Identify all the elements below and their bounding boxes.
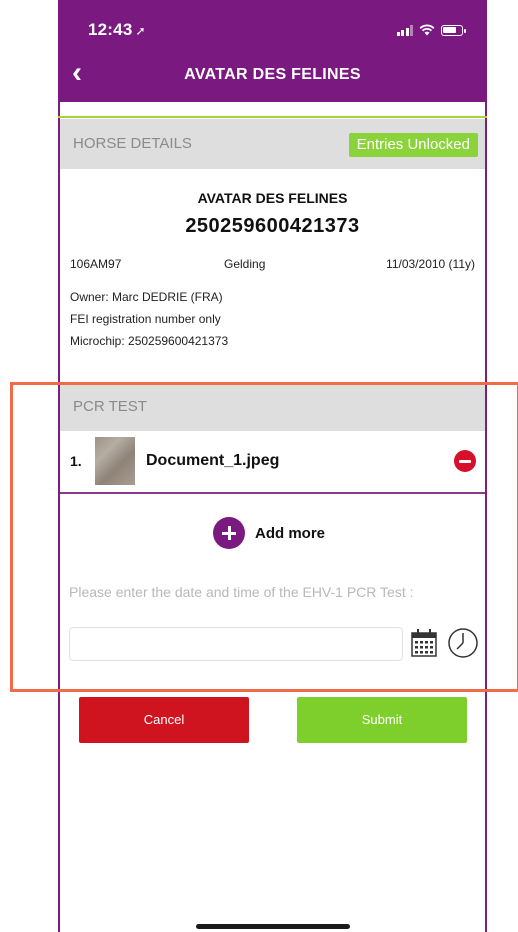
horse-details-header: HORSE DETAILS Entries Unlocked <box>60 119 485 169</box>
horse-birth-date: 11/03/2010 (11y) <box>386 257 475 271</box>
pcr-test-title: PCR TEST <box>73 398 147 415</box>
document-thumbnail[interactable] <box>95 437 135 485</box>
frame-right-border <box>485 0 487 932</box>
horse-sex: Gelding <box>224 257 266 271</box>
cancel-button[interactable]: Cancel <box>79 697 249 743</box>
home-indicator <box>196 924 350 929</box>
calendar-icon[interactable] <box>410 627 438 659</box>
add-more-label: Add more <box>255 524 326 542</box>
pcr-test-header: PCR TEST <box>60 383 485 431</box>
horse-code: 106AM97 <box>70 257 122 271</box>
submit-button[interactable]: Submit <box>297 697 467 743</box>
app-header: 12:43 ➚ ‹ AVATAR DES FELINES <box>58 0 487 102</box>
clock-icon[interactable] <box>447 627 479 659</box>
fei-registration-note: FEI registration number only <box>70 312 221 326</box>
phone-screen: 12:43 ➚ ‹ AVATAR DES FELINES HORSE DETAIL… <box>58 0 487 932</box>
status-time-text: 12:43 <box>88 20 133 39</box>
horse-info-row: 106AM97 Gelding 11/03/2010 (11y) <box>70 257 475 275</box>
pcr-date-input[interactable] <box>69 627 403 661</box>
accent-divider <box>58 116 487 118</box>
document-filename: Document_1.jpeg <box>146 452 280 469</box>
wifi-icon <box>419 24 435 36</box>
document-list-item[interactable]: 1. Document_1.jpeg <box>60 431 485 494</box>
horse-name: AVATAR DES FELINES <box>197 190 348 206</box>
plus-circle-icon <box>213 517 245 549</box>
remove-document-icon[interactable] <box>454 450 476 472</box>
horse-owner: Owner: Marc DEDRIE (FRA) <box>70 290 223 304</box>
status-bar-time: 12:43 ➚ <box>88 20 146 40</box>
location-icon: ➚ <box>135 24 146 38</box>
page-title: AVATAR DES FELINES <box>184 66 361 83</box>
horse-id: 250259600421373 <box>185 215 360 237</box>
status-bar-icons <box>396 24 466 36</box>
horse-microchip: Microchip: 250259600421373 <box>70 334 229 348</box>
entries-status-badge: Entries Unlocked <box>348 133 478 157</box>
horse-details-title: HORSE DETAILS <box>73 135 192 152</box>
document-number: 1. <box>70 453 82 469</box>
signal-icon <box>396 25 413 36</box>
add-more-button[interactable]: Add more <box>213 516 325 550</box>
pcr-date-prompt: Please enter the date and time of the EH… <box>69 584 414 600</box>
battery-icon <box>441 25 466 36</box>
